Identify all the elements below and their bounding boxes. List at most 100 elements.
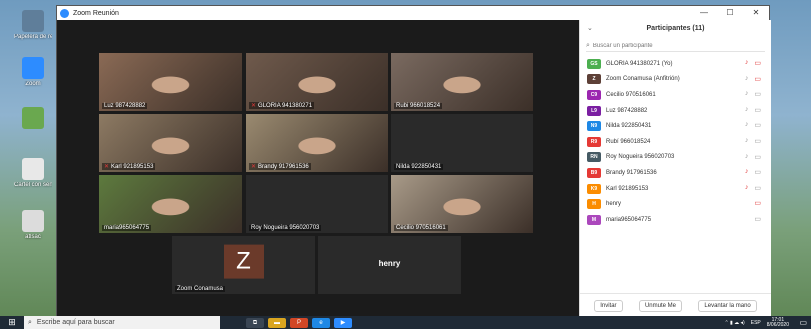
participant-avatar: R9 — [587, 136, 601, 147]
participant-status: ♪ ▭ — [745, 184, 761, 192]
notification-icon[interactable]: ▭ — [799, 318, 807, 327]
participant-name: Cecilio 970516061 — [606, 91, 656, 98]
panel-title: Participantes (11) — [646, 25, 705, 32]
tile-name-label: Nilda 922850431 — [394, 164, 444, 170]
video-tile[interactable]: Nilda 922850431 — [391, 114, 533, 172]
desktop-app-icon — [22, 158, 44, 180]
participant-avatar: K9 — [587, 183, 601, 194]
participant-row[interactable]: R9 Rubí 966018524 ♪ ▭ — [580, 134, 771, 150]
video-tile[interactable]: Z Zoom Conamusa — [172, 236, 315, 294]
desktop-icon-label: Zoom — [25, 81, 41, 87]
tile-name-label: ✕ Brandy 917961536 — [249, 163, 311, 170]
participant-search: ⌕ — [586, 40, 765, 52]
desktop-icon[interactable]: atlsac — [14, 210, 52, 241]
video-tile[interactable]: Cecilio 970516061 — [391, 175, 533, 233]
camera-icon: ▭ — [754, 91, 761, 99]
video-tile[interactable]: henry — [318, 236, 461, 294]
search-input[interactable] — [592, 42, 743, 49]
participant-avatar: Z — [587, 74, 601, 85]
clock[interactable]: 17:01 8/06/2020 — [767, 317, 789, 328]
participant-avatar: GS — [587, 58, 601, 69]
tile-name-label: maria965064775 — [102, 225, 152, 231]
participant-row[interactable]: Hhenry ▭ — [580, 196, 771, 212]
participant-row[interactable]: Mmaria965064775 ▭ — [580, 212, 771, 228]
tile-name-text: Roy Nogueira 956020703 — [251, 225, 320, 231]
participant-row[interactable]: GS GLORIA 941380271 (Yo) ♪ ▭ — [580, 56, 771, 72]
mic-muted-icon: ✕ — [251, 164, 257, 170]
desktop-app-icon — [22, 10, 44, 32]
mic-muted-icon: ✕ — [251, 103, 257, 109]
camera-off-icon: ▭ — [754, 75, 761, 83]
tile-name-text: Brandy 917961536 — [258, 164, 309, 170]
desktop-icon[interactable]: Cartel con sentilabar — [14, 158, 52, 189]
search-icon: ⌕ — [586, 41, 590, 49]
participant-status: ▭ — [754, 215, 761, 223]
participant-name: Roy Nogueira 956020703 — [606, 154, 675, 161]
participant-row[interactable]: K9 Karl 921895153 ♪ ▭ — [580, 181, 771, 197]
panel-footer: Invitar Unmute Me Levantar la mano — [580, 293, 771, 317]
participant-status: ♪ ▭ — [745, 90, 761, 98]
participant-status: ♪ ▭ — [745, 75, 761, 83]
invite-button[interactable]: Invitar — [594, 299, 623, 312]
participant-row[interactable]: RN Roy Nogueira 956020703 ♪ ▭ — [580, 150, 771, 166]
participant-row[interactable]: C9 Cecilio 970516061 ♪ ▭ — [580, 87, 771, 103]
participant-row[interactable]: N9 Nilda 922850431 ♪ ▭ — [580, 118, 771, 134]
edge-icon[interactable]: e — [312, 317, 330, 328]
participant-status: ♪ ▭ — [745, 168, 761, 176]
camera-off-icon: ▭ — [754, 60, 761, 67]
powerpoint-icon[interactable]: P — [290, 317, 308, 328]
participant-name: Brandy 917961536 — [606, 169, 657, 176]
participant-status: ♪ ▭ — [745, 59, 761, 67]
video-tile[interactable]: ✕ Brandy 917961536 — [246, 114, 388, 172]
task-view-icon[interactable]: ⧉ — [246, 317, 264, 328]
microphone-icon: ♪ — [744, 152, 749, 160]
desktop-icon[interactable]: Papelera de reciclaje — [14, 10, 52, 41]
participant-list: GS GLORIA 941380271 (Yo) ♪ ▭ Z Zoom Conamusa … — [580, 56, 771, 228]
raise-hand-button[interactable]: Levantar la mano — [698, 299, 757, 312]
windows-start-icon[interactable]: ⊞ — [0, 317, 24, 328]
close-button[interactable]: ✕ — [743, 6, 769, 20]
desktop-icon-label: Cartel con sentilabar — [14, 182, 52, 188]
desktop-app-icon — [22, 57, 44, 79]
tile-name-label: Rubi 966018524 — [394, 103, 443, 109]
participant-name: maria965064775 — [606, 216, 652, 223]
camera-icon: ▭ — [754, 169, 761, 177]
taskbar-search-text: Escribe aquí para buscar — [36, 319, 115, 326]
window-title: Zoom Reunión — [73, 9, 119, 17]
search-icon: ⌕ — [28, 318, 32, 326]
video-tile[interactable]: ✕ Karl 921895153 — [99, 114, 242, 172]
participant-row[interactable]: L9 Luz 987428882 ♪ ▭ — [580, 103, 771, 119]
video-tile[interactable]: Rubi 966018524 — [391, 53, 533, 111]
participant-avatar: H — [587, 199, 601, 210]
language-indicator[interactable]: ESP — [751, 320, 761, 326]
camera-icon: ▭ — [754, 215, 761, 223]
window-controls: — ☐ ✕ — [691, 6, 769, 20]
video-tile[interactable]: Roy Nogueira 956020703 — [246, 175, 388, 233]
tray-icons[interactable]: ⌃ ▮ ☁ ◂) — [724, 320, 744, 326]
participant-row[interactable]: B9 Brandy 917961536 ♪ ▭ — [580, 165, 771, 181]
participant-status: ♪ ▭ — [745, 153, 761, 161]
desktop-app-icon — [22, 210, 44, 232]
zoom-logo-icon — [60, 8, 69, 18]
maximize-button[interactable]: ☐ — [717, 6, 743, 20]
unmute-button[interactable]: Unmute Me — [638, 299, 682, 312]
video-tile[interactable]: ✕ GLORIA 941380271 — [246, 53, 388, 111]
taskbar-apps: ⧉ ▬ P e ▶ — [246, 317, 352, 328]
desktop-icon-label: Papelera de reciclaje — [14, 34, 52, 40]
tile-name-text: Nilda 922850431 — [396, 164, 442, 170]
participant-row[interactable]: Z Zoom Conamusa (Anfitrión) ♪ ▭ — [580, 72, 771, 88]
video-tile[interactable]: Luz 987428882 — [99, 53, 242, 111]
video-tile[interactable]: maria965064775 — [99, 175, 242, 233]
participant-avatar: L9 — [587, 105, 601, 116]
desktop-icon[interactable]: Zoom — [14, 57, 52, 88]
participant-center-name: henry — [378, 259, 401, 269]
taskbar-search[interactable]: ⌕ Escribe aquí para buscar — [24, 316, 220, 329]
zoom-taskbar-icon[interactable]: ▶ — [334, 317, 352, 328]
minimize-button[interactable]: — — [691, 6, 717, 20]
panel-header: ⌄ Participantes (11) — [580, 20, 771, 38]
camera-icon: ▭ — [754, 137, 761, 145]
desktop-icon[interactable] — [14, 107, 52, 131]
file-explorer-icon[interactable]: ▬ — [268, 317, 286, 328]
tile-name-text: Karl 921895153 — [111, 164, 154, 170]
desktop-icon-label: atlsac — [25, 234, 41, 240]
